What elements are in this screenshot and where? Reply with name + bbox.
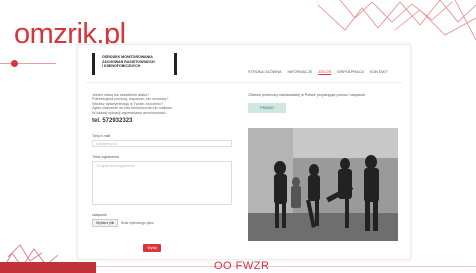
logo-line: I KSENOFOBICZNYCH [102,64,141,69]
divider [86,82,402,83]
footer-line [96,266,476,267]
nav-home[interactable]: STRONA GŁÓWNA [248,70,282,74]
message-label: Treść zgłoszenia [92,155,119,160]
attachment-label: załącznik [92,213,107,218]
intro-text: Jesteś ofiarą lub świadkiem ataku? Potrz… [92,93,174,115]
nav-contact[interactable]: KONTAKT [370,70,388,74]
notice-text: Ofiarom przemocy rasistowskiej w Polsce … [248,93,367,97]
omzrik-logo[interactable]: OŚRODEK MONITOROWANIA ZACHOWAŃ RASISTOWS… [92,53,177,75]
submit-button[interactable]: Wyślij [143,244,161,252]
title-underline [0,63,56,64]
fight-photo [248,128,398,241]
nav-info[interactable]: INFORMACJE [288,70,313,74]
logo-line: OŚRODEK MONITOROWANIA [102,55,153,59]
info-column: Ofiarom przemocy rasistowskiej w Polsce … [248,93,398,113]
nav-report[interactable]: ZGŁOŚ [318,70,331,74]
website-screenshot: OŚRODEK MONITOROWANIA ZACHOWAŃ RASISTOWS… [77,44,411,260]
phone-number: tel. 572932323 [92,118,133,125]
main-nav: STRONA GŁÓWNA INFORMACJE ZGŁOŚ WSPÓŁPRAC… [248,70,388,74]
footer-strip [0,262,96,273]
file-status: Brak wybranego pliku [121,221,154,226]
prawo-button[interactable]: PRAWO [248,103,286,113]
email-field[interactable]: twój@email.pl [92,140,232,148]
message-textarea[interactable]: Tu wpisz treść zgłoszenia [92,161,232,206]
email-label: Twój e-mail [92,134,111,139]
report-column: Jesteś ofiarą lub świadkiem ataku? Potrz… [92,93,232,228]
footer-logo: OO FWZR [214,260,270,272]
title-dot [11,60,18,67]
nav-cooperation[interactable]: WSPÓŁPRACA [337,70,364,74]
choose-file-button[interactable]: Wybierz plik [92,219,119,228]
file-input: Wybierz plik Brak wybranego pliku [92,219,232,228]
